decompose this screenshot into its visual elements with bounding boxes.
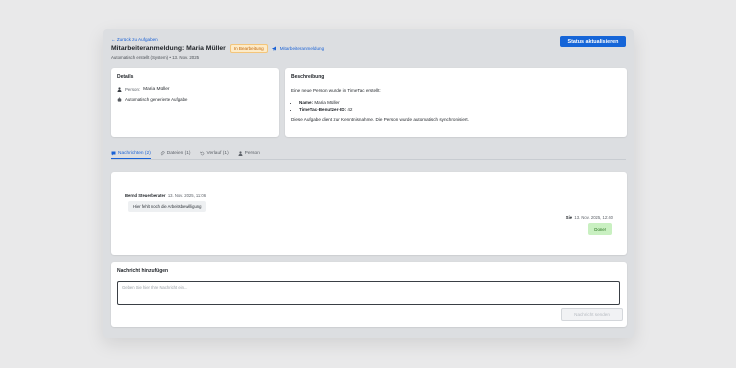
- details-title: Details: [117, 74, 134, 80]
- description-title: Beschreibung: [291, 74, 325, 80]
- auto-generated-label: Automatisch generierte Aufgabe: [125, 97, 188, 102]
- task-type-label: Mitarbeiteranmeldung: [279, 46, 325, 51]
- description-intro: Eine neue Person wurde in TimeTac erstel…: [291, 88, 381, 93]
- description-item-value: 42: [347, 107, 353, 113]
- details-card: Details Person: Maria Müller Automatisch…: [111, 68, 279, 137]
- title-row: Mitarbeiteranmeldung: Maria Müller In Be…: [111, 44, 324, 53]
- page-header: ← Zurück zu Aufgaben Mitarbeiteranmeldun…: [111, 35, 626, 63]
- paperclip-icon: [160, 151, 165, 156]
- send-message-button[interactable]: Nachricht senden: [561, 308, 623, 321]
- description-item-value: Maria Müller: [314, 99, 340, 105]
- message-time: 13. Nov. 2025, 11:06: [167, 193, 207, 198]
- megaphone-icon: [272, 46, 278, 51]
- robot-icon: [117, 97, 122, 102]
- detail-person-row: Person: Maria Müller: [117, 87, 273, 92]
- tab-divider: [111, 159, 626, 160]
- description-item: TimeTac-Benutzer-ID: 42: [299, 107, 621, 113]
- message-bubble: Done!: [588, 223, 612, 235]
- tab-history[interactable]: Verlauf (1): [200, 148, 229, 159]
- tab-person-label: Person: [244, 151, 260, 156]
- description-item-key: TimeTac-Benutzer-ID:: [299, 107, 347, 113]
- tab-messages-label: Nachrichten (2): [118, 150, 151, 156]
- message-author: Bernd Steuerberater: [125, 193, 166, 198]
- tab-person[interactable]: Person: [238, 148, 260, 159]
- compose-title: Nachricht hinzufügen: [117, 268, 169, 274]
- message-author: Sie: [565, 215, 573, 220]
- person-icon: [238, 151, 243, 156]
- message-time: 13. Nov. 2025, 12:40: [574, 215, 613, 220]
- message-input[interactable]: [117, 281, 620, 305]
- person-icon: [117, 87, 122, 92]
- screen-background: ← Zurück zu Aufgaben Mitarbeiteranmeldun…: [0, 0, 736, 368]
- messages-panel: Bernd Steuerberater 13. Nov. 2025, 11:06…: [111, 172, 627, 255]
- created-meta: Automatisch erstellt (System) • 13. Nov.…: [111, 55, 200, 60]
- back-link[interactable]: ← Zurück zu Aufgaben: [111, 37, 158, 42]
- chat-icon: [111, 151, 116, 156]
- description-note: Diese Aufgabe dient zur Kenntnisnahme. D…: [291, 117, 469, 123]
- task-window: ← Zurück zu Aufgaben Mitarbeiteranmeldun…: [103, 29, 634, 338]
- detail-auto-row: Automatisch generierte Aufgabe: [117, 97, 273, 102]
- tab-files-label: Dateien (1): [166, 151, 191, 156]
- status-badge: In Bearbeitung: [229, 44, 268, 53]
- description-card: Beschreibung Eine neue Person wurde in T…: [285, 68, 627, 137]
- description-item: Name: Maria Müller: [299, 100, 621, 106]
- update-status-button[interactable]: Status aktualisieren: [560, 36, 626, 47]
- person-name: Maria Müller: [143, 87, 170, 92]
- task-type-link[interactable]: Mitarbeiteranmeldung: [272, 46, 324, 51]
- tab-messages[interactable]: Nachrichten (2): [111, 148, 151, 159]
- person-label: Person:: [125, 87, 141, 92]
- message-meta: Sie 13. Nov. 2025, 12:40: [566, 215, 613, 220]
- back-link-label: ← Zurück zu Aufgaben: [111, 37, 158, 42]
- description-list: Name: Maria Müller TimeTac-Benutzer-ID: …: [291, 100, 621, 113]
- page-title: Mitarbeiteranmeldung: Maria Müller: [111, 45, 226, 52]
- message-meta: Bernd Steuerberater 13. Nov. 2025, 11:06: [125, 193, 206, 198]
- message-bubble: Hier fehlt noch die Arbeitsbewilligung: [128, 201, 207, 212]
- history-icon: [200, 151, 205, 156]
- compose-card: Nachricht hinzufügen Nachricht senden: [111, 262, 627, 327]
- tab-history-label: Verlauf (1): [206, 151, 229, 156]
- description-item-key: Name:: [299, 99, 314, 105]
- tab-files[interactable]: Dateien (1): [160, 148, 191, 159]
